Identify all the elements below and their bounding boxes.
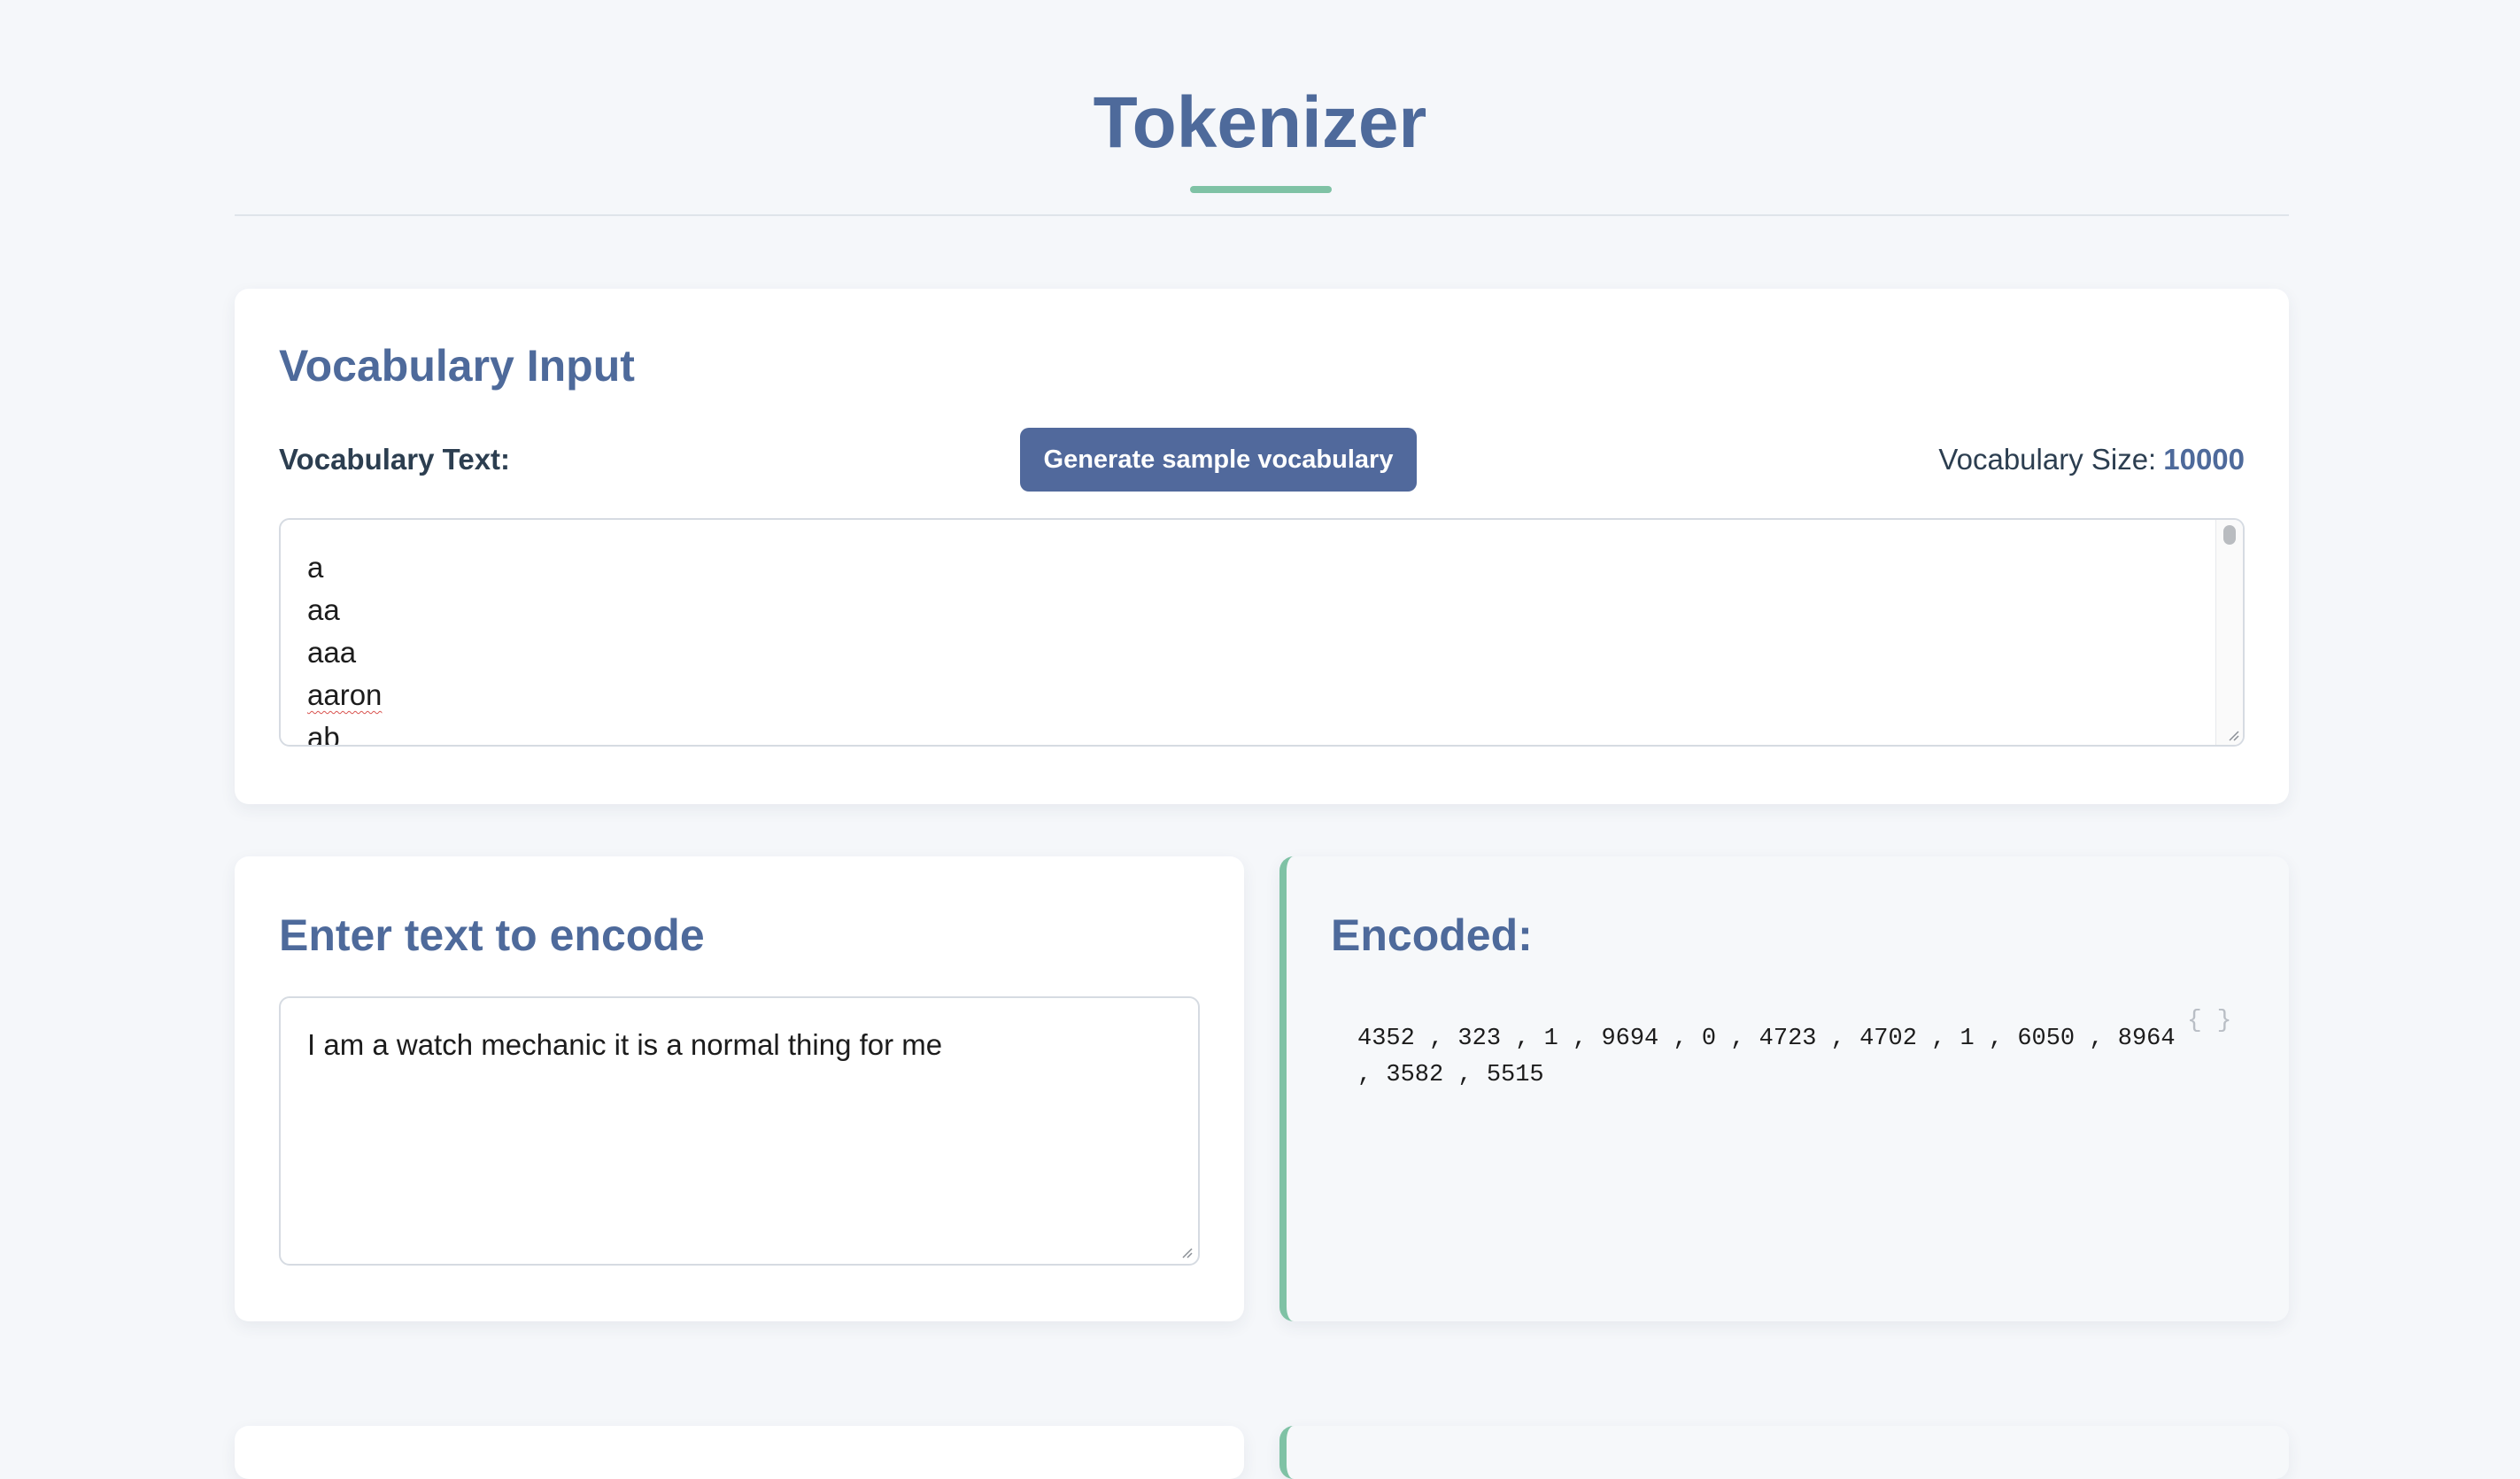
vocabulary-lines: a aa aaa aaron ab	[307, 546, 383, 747]
code-braces-icon[interactable]: { }	[2187, 1007, 2231, 1034]
vocabulary-heading: Vocabulary Input	[279, 341, 635, 391]
vocabulary-card: Vocabulary Input Vocabulary Text: Genera…	[235, 289, 2289, 804]
next-right-card	[1279, 1426, 2289, 1479]
generate-sample-vocabulary-button[interactable]: Generate sample vocabulary	[1020, 428, 1417, 492]
encoded-output: 4352 , 323 , 1 , 9694 , 0 , 4723 , 4702 …	[1357, 1026, 2176, 1088]
next-left-card	[235, 1426, 1244, 1479]
title-underline	[1190, 186, 1332, 193]
resize-handle-icon[interactable]	[1179, 1244, 1193, 1258]
vocabulary-line: ab	[307, 721, 340, 747]
vocabulary-text-label: Vocabulary Text:	[279, 443, 511, 476]
vocabulary-line: aaron	[307, 678, 383, 711]
resize-handle-icon[interactable]	[2225, 727, 2239, 741]
vocabulary-line: aa	[307, 593, 340, 626]
encode-heading: Enter text to encode	[279, 910, 705, 960]
encoded-heading: Encoded:	[1331, 910, 1533, 960]
scrollbar-thumb[interactable]	[2223, 525, 2236, 545]
encoded-card: Encoded: 4352 , 323 , 1 , 9694 , 0 , 472…	[1279, 856, 2289, 1321]
header-divider	[235, 214, 2289, 216]
vocabulary-size-label: Vocabulary Size:	[1938, 443, 2157, 476]
vocabulary-line: aaa	[307, 636, 357, 669]
encode-card: Enter text to encode I am a watch mechan…	[235, 856, 1244, 1321]
vocabulary-size: Vocabulary Size: 10000	[1938, 443, 2245, 476]
vocabulary-size-value: 10000	[2163, 443, 2245, 476]
encode-text-input[interactable]: I am a watch mechanic it is a normal thi…	[279, 996, 1200, 1266]
page-title: Tokenizer	[1093, 82, 1427, 163]
vocabulary-line: a	[307, 551, 324, 584]
vocabulary-textarea[interactable]: a aa aaa aaron ab	[279, 518, 2245, 747]
vocabulary-scrollbar[interactable]	[2215, 520, 2243, 745]
